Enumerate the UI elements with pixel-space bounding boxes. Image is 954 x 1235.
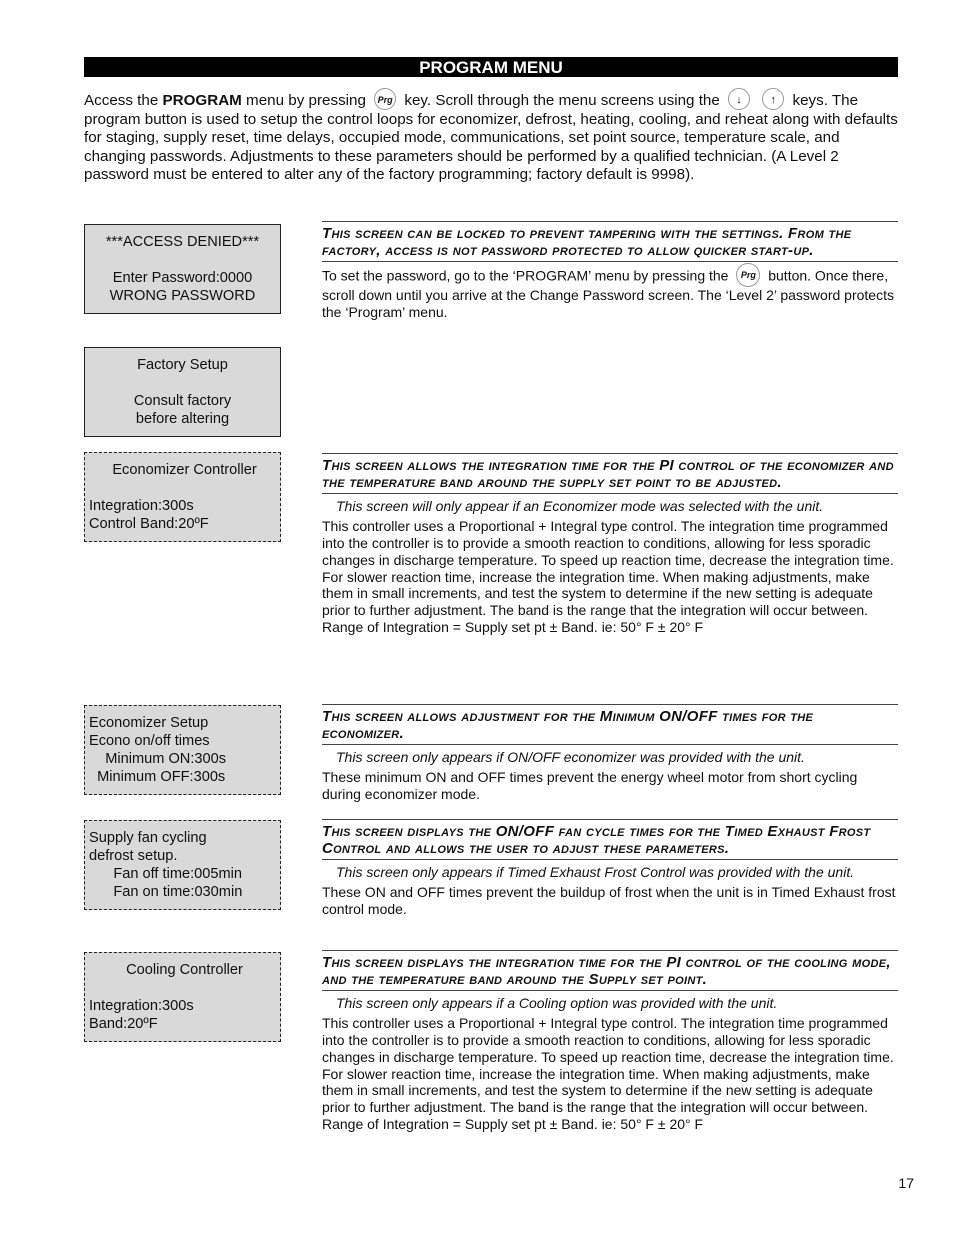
description-formula: Range of Integration = Supply set pt ± B… (322, 619, 704, 636)
screen-line: Econo on/off times (89, 733, 210, 749)
description-economizer-setup: This screen allows adjustment for the Mi… (322, 704, 898, 803)
lcd-screen-economizer-setup: Economizer Setup Econo on/off times Mini… (84, 705, 281, 795)
intro-text: menu by pressing (241, 92, 371, 110)
prg-key-icon: Prg (374, 88, 397, 110)
description-body: These ON and OFF times prevent the build… (322, 883, 896, 917)
lcd-screen-supply-fan-cycling: Supply fan cycling defrost setup. Fan of… (84, 820, 281, 910)
description-heading: This screen allows adjustment for the Mi… (322, 704, 898, 745)
description-note: This screen will only appear if an Econo… (336, 497, 824, 514)
description-body: These minimum ON and OFF times prevent t… (322, 768, 858, 802)
screen-line-blank (89, 979, 280, 997)
description-body: This controller uses a Proportional + In… (322, 1014, 894, 1116)
description-access-denied: This screen can be locked to prevent tam… (322, 221, 898, 321)
screen-line: Enter Password:0000 (112, 270, 253, 286)
section-title-banner: PROGRAM MENU (84, 57, 898, 77)
description-body: This controller uses a Proportional + In… (322, 517, 894, 619)
lcd-screen-factory-setup: Factory Setup Consult factory before alt… (84, 347, 281, 437)
intro-paragraph: Access the PROGRAM menu by pressing Prg … (84, 88, 898, 185)
screen-line: Economizer Controller (112, 462, 257, 478)
screen-line: Supply fan cycling (89, 830, 207, 846)
screen-line: ***ACCESS DENIED*** (105, 234, 260, 250)
screen-line: Minimum OFF:300s (89, 769, 226, 785)
screen-line: Factory Setup (137, 357, 228, 373)
description-cooling-controller: This screen displays the integration tim… (322, 950, 898, 1133)
screen-line: Control Band:20ºF (89, 516, 209, 532)
intro-program-bold: PROGRAM (162, 92, 242, 110)
description-heading: This screen displays the integration tim… (322, 950, 898, 991)
description-heading: This screen can be locked to prevent tam… (322, 221, 898, 262)
description-note: This screen only appears if ON/OFF econo… (336, 748, 805, 765)
screen-line: Integration:300s (89, 498, 194, 514)
description-supply-fan-cycling: This screen displays the ON/OFF fan cycl… (322, 819, 898, 918)
screen-line: Consult factory (133, 393, 232, 409)
screen-line: Integration:300s (89, 998, 194, 1014)
description-body: To set the password, go to the ‘PROGRAM’… (322, 262, 898, 321)
description-text: To set the password, go to the ‘PROGRAM’… (322, 267, 733, 284)
screen-line: Cooling Controller (126, 962, 243, 978)
description-economizer-controller: This screen allows the integration time … (322, 453, 898, 636)
lcd-screen-economizer-controller: Economizer Controller Integration:300s C… (84, 452, 281, 542)
intro-text: Access the (84, 92, 163, 110)
screen-line: Fan on time:030min (89, 884, 243, 900)
screen-line: Economizer Setup (89, 715, 209, 731)
description-heading: This screen displays the ON/OFF fan cycl… (322, 819, 898, 860)
screen-line: WRONG PASSWORD (109, 288, 256, 304)
screen-line: before altering (135, 411, 230, 427)
intro-text: keys. (788, 92, 828, 110)
screen-line: Band:20ºF (89, 1016, 158, 1032)
screen-line: Minimum ON:300s (89, 751, 227, 767)
screen-line: Fan off time:005min (89, 866, 243, 882)
page-number: 17 (898, 1175, 914, 1191)
description-note: This screen only appears if Timed Exhaus… (336, 863, 855, 880)
up-arrow-key-icon: ↑ (762, 88, 785, 110)
screen-line-blank (85, 251, 280, 269)
prg-key-icon: Prg (736, 262, 761, 287)
intro-text: key. Scroll through the menu screens usi… (400, 92, 725, 110)
page-content: PROGRAM MENU Access the PROGRAM menu by … (84, 57, 898, 185)
screen-line-blank (89, 479, 280, 497)
down-arrow-key-icon: ↓ (728, 88, 751, 110)
description-heading: This screen allows the integration time … (322, 453, 898, 494)
description-note: This screen only appears if a Cooling op… (336, 994, 778, 1011)
screen-line: defrost setup. (89, 848, 178, 864)
lcd-screen-access-denied: ***ACCESS DENIED*** Enter Password:0000 … (84, 224, 281, 314)
description-formula: Range of Integration = Supply set pt ± B… (322, 1116, 704, 1133)
lcd-screen-cooling-controller: Cooling Controller Integration:300s Band… (84, 952, 281, 1042)
screen-line-blank (85, 374, 280, 392)
